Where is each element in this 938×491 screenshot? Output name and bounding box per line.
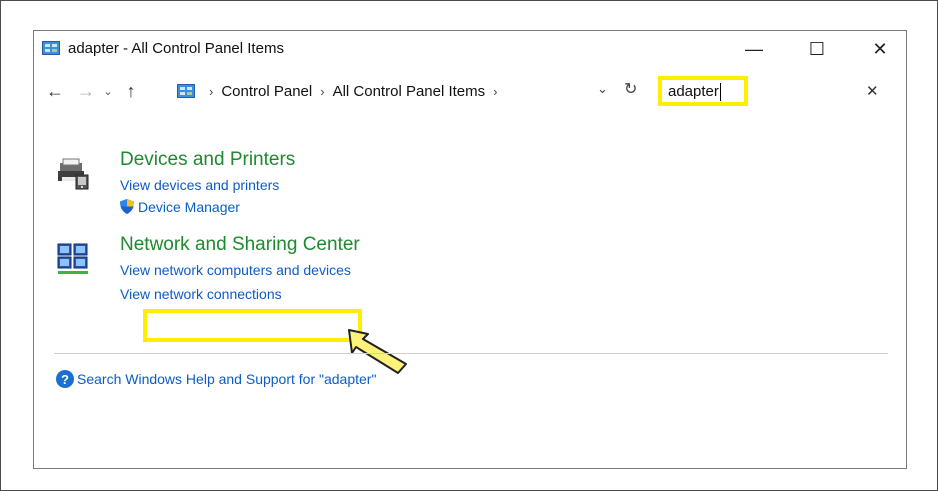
search-help-text: Search Windows Help and Support for "ada…	[77, 371, 377, 387]
up-button[interactable]: ↑	[120, 79, 142, 103]
address-bar[interactable]: › Control Panel › All Control Panel Item…	[177, 79, 643, 103]
search-help-link[interactable]: ? Search Windows Help and Support for "a…	[56, 370, 376, 388]
control-panel-window: adapter - All Control Panel Items — ☐ ✕ …	[33, 30, 907, 469]
close-button[interactable]: ✕	[860, 35, 900, 63]
breadcrumb-separator[interactable]: ›	[320, 84, 324, 99]
title-bar: adapter - All Control Panel Items — ☐ ✕	[34, 31, 906, 67]
back-button[interactable]: ←	[42, 79, 68, 103]
breadcrumb-separator[interactable]: ›	[209, 84, 213, 99]
breadcrumb-all-items[interactable]: All Control Panel Items	[333, 83, 486, 100]
breadcrumb-control-panel[interactable]: Control Panel	[221, 83, 312, 100]
refresh-button[interactable]: ↻	[624, 79, 637, 99]
uac-shield-icon	[120, 199, 134, 214]
minimize-button[interactable]: —	[734, 35, 774, 63]
divider	[54, 353, 888, 354]
control-panel-icon	[177, 84, 195, 98]
view-network-computers-link[interactable]: View network computers and devices	[120, 262, 351, 278]
view-devices-and-printers-link[interactable]: View devices and printers	[120, 177, 279, 193]
breadcrumb-separator[interactable]: ›	[493, 84, 497, 99]
network-and-sharing-center-link[interactable]: Network and Sharing Center	[120, 234, 360, 256]
search-highlight-box	[658, 76, 748, 106]
navigation-bar: ← → ⌄ ↑ › Control Panel › All Control Pa…	[34, 75, 906, 107]
recent-locations-button[interactable]: ⌄	[100, 79, 116, 103]
result-devices-and-printers: Devices and Printers View devices and pr…	[56, 149, 856, 219]
pointer-arrow-icon	[348, 329, 407, 374]
link-highlight-box	[143, 309, 362, 342]
view-network-connections-link[interactable]: View network connections	[120, 286, 282, 302]
maximize-button[interactable]: ☐	[797, 35, 837, 63]
help-icon: ?	[56, 370, 74, 388]
devices-and-printers-link[interactable]: Devices and Printers	[120, 149, 295, 171]
control-panel-icon	[42, 41, 60, 55]
device-manager-label: Device Manager	[138, 199, 240, 215]
clear-search-button[interactable]: ✕	[866, 82, 879, 100]
window-title: adapter - All Control Panel Items	[68, 40, 284, 57]
forward-button[interactable]: →	[74, 79, 98, 103]
address-dropdown-button[interactable]: ⌄	[597, 81, 608, 97]
network-icon	[57, 243, 88, 274]
printer-icon	[58, 158, 89, 190]
device-manager-link[interactable]: Device Manager	[120, 199, 240, 215]
